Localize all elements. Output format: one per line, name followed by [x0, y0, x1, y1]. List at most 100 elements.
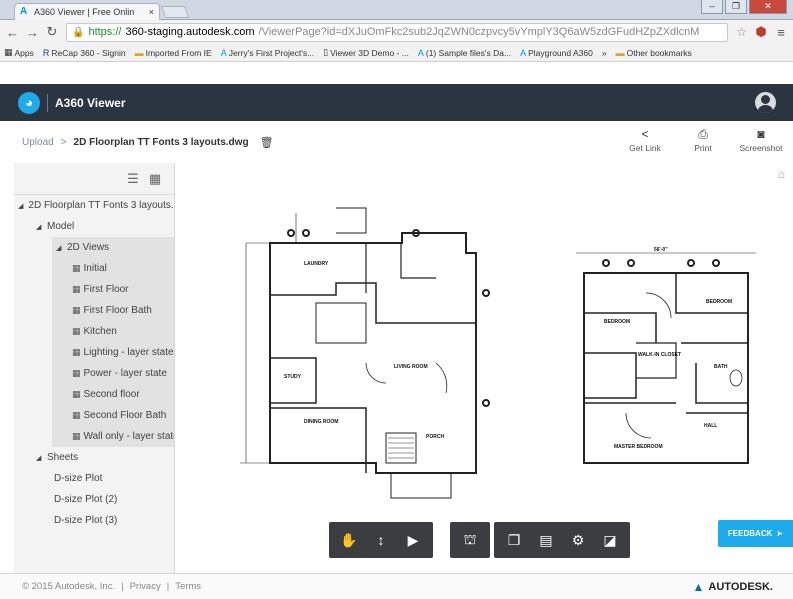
- terms-link[interactable]: Terms: [175, 581, 201, 592]
- breadcrumb-upload[interactable]: Upload: [22, 137, 54, 148]
- breadcrumb-separator: >: [60, 136, 67, 148]
- tree-2d-views[interactable]: ◢ 2D Views: [52, 237, 174, 258]
- camera-tool-button[interactable]: ▶: [397, 525, 429, 555]
- screenshot-label: Screenshot: [739, 143, 783, 153]
- light-fixture: [627, 259, 635, 267]
- bookmark-item[interactable]: ▯ Viewer 3D Demo - ...: [323, 47, 409, 58]
- forward-arrow-icon[interactable]: →: [26, 25, 39, 40]
- view-label: Second Floor Bath: [83, 410, 167, 421]
- bookmark-item[interactable]: ▦ Apps: [4, 47, 34, 58]
- master-walls: [584, 402, 748, 414]
- tree-view-item[interactable]: ▦ First Floor Bath: [52, 300, 174, 321]
- bookmark-item[interactable]: ▬ Imported From IE: [135, 48, 212, 58]
- bookmark-item[interactable]: ▬ Other bookmarks: [616, 48, 692, 58]
- bookmark-item[interactable]: R ReCap 360 - Signin: [43, 48, 126, 58]
- recap-icon: R: [42, 47, 50, 58]
- bookmark-label: Playground A360: [528, 47, 593, 58]
- zoom-tool-button[interactable]: ↕: [365, 525, 397, 555]
- get-link-label: Get Link: [629, 143, 661, 153]
- tree-model[interactable]: ◢ Model: [14, 216, 174, 237]
- settings-button[interactable]: ⚙: [562, 525, 594, 555]
- layers-icon: ❐: [507, 531, 521, 548]
- bookmark-star-icon[interactable]: ☆: [736, 25, 747, 39]
- url-host: 360-staging.autodesk.com: [125, 26, 255, 38]
- room-label: WALK-IN CLOSET: [638, 352, 681, 358]
- list-view-icon[interactable]: ☰: [126, 171, 140, 186]
- address-bar-row: ← → ↻ 🔒 https://360-staging.autodesk.com…: [0, 20, 793, 44]
- tab-close-icon[interactable]: ×: [149, 7, 154, 17]
- reload-icon[interactable]: ↻: [46, 24, 58, 40]
- browser-tab[interactable]: A A360 Viewer | Free Onlin ×: [14, 3, 160, 20]
- bookmark-item[interactable]: A Playground A360: [520, 48, 593, 58]
- tree-root[interactable]: ◢ 2D Floorplan TT Fonts 3 layouts.dwg: [14, 195, 174, 216]
- tab-title: A360 Viewer | Free Onlin: [34, 7, 135, 17]
- model-tree: ◢ 2D Floorplan TT Fonts 3 layouts.dwg ◢ …: [14, 195, 174, 531]
- properties-button[interactable]: ▤: [530, 525, 562, 555]
- model-structure-button[interactable]: ⛫: [454, 525, 486, 555]
- privacy-link[interactable]: Privacy: [130, 581, 161, 592]
- folder-icon: ▬: [134, 47, 144, 58]
- expand-arrow-icon[interactable]: ◢: [36, 454, 42, 462]
- interior-walls: [270, 282, 476, 324]
- screenshot-button[interactable]: ◙ Screenshot: [739, 128, 783, 153]
- share-icon: <: [641, 127, 649, 141]
- bookmark-item[interactable]: A (1) Sample files's Da...: [418, 48, 511, 58]
- tree-view-item[interactable]: ▦ Kitchen: [52, 321, 174, 342]
- tree-view-item[interactable]: ▦ Power - layer state: [52, 363, 174, 384]
- tree-view-item[interactable]: ▦ Initial: [52, 258, 174, 279]
- first-floor-outline: [269, 232, 477, 474]
- layers-button[interactable]: ❐: [498, 525, 530, 555]
- extension-icon[interactable]: ⬢: [755, 24, 767, 40]
- bathtub: [729, 369, 743, 387]
- view-label: Power - layer state: [83, 368, 167, 379]
- tree-view-item[interactable]: ▦ Wall only - layer state: [52, 426, 174, 447]
- a360-logo-icon[interactable]: ◕: [18, 91, 40, 114]
- bookmark-label: ReCap 360 - Signin: [51, 47, 126, 58]
- view-icon: ▦: [72, 389, 81, 399]
- tree-view-item[interactable]: ▦ Second Floor Bath: [52, 405, 174, 426]
- tree-sheets[interactable]: ◢ Sheets: [14, 447, 174, 468]
- fullscreen-button[interactable]: ◪: [594, 525, 626, 555]
- expand-arrow-icon[interactable]: ◢: [18, 202, 23, 210]
- app-title: A360 Viewer: [55, 95, 126, 110]
- back-arrow-icon[interactable]: ←: [6, 25, 19, 40]
- pan-tool-button[interactable]: ✋: [333, 525, 365, 555]
- close-window-button[interactable]: ✕: [749, 0, 787, 14]
- feedback-button[interactable]: FEEDBACK ➤: [718, 520, 793, 547]
- tree-view-item[interactable]: ▦ Lighting - layer state: [52, 342, 174, 363]
- user-avatar[interactable]: [755, 92, 776, 113]
- expand-arrow-icon[interactable]: ◢: [36, 223, 42, 231]
- grid-view-icon[interactable]: ▦: [148, 171, 162, 186]
- zoom-icon: ↕: [377, 532, 385, 548]
- copyright-text: © 2015 Autodesk, Inc.: [22, 581, 116, 592]
- tree-model-label: Model: [47, 221, 75, 232]
- autodesk-icon: A: [220, 47, 227, 58]
- menu-icon[interactable]: ≡: [775, 25, 787, 40]
- stair-treads: [388, 437, 414, 459]
- autodesk-icon: A: [520, 47, 527, 58]
- settings-tools: ❐ ▤ ⚙ ◪: [494, 522, 630, 558]
- bookmark-item[interactable]: A Jerry's First Project's...: [221, 48, 314, 58]
- tree-view-item[interactable]: ▦ Second floor: [52, 384, 174, 405]
- view-label: First Floor Bath: [83, 305, 152, 316]
- trash-icon[interactable]: 🗑: [260, 136, 274, 149]
- get-link-button[interactable]: < Get Link: [625, 128, 665, 153]
- drawing-viewer[interactable]: ⌂ LAUNDRY STUDY DINING ROOM LIVING ROOM …: [176, 163, 793, 573]
- url-input[interactable]: 🔒 https://360-staging.autodesk.com/Viewe…: [66, 22, 729, 42]
- tree-view-item[interactable]: ▦ First Floor: [52, 279, 174, 300]
- tree-sheet-item[interactable]: D-size Plot: [14, 468, 174, 489]
- print-button[interactable]: ⎙ Print: [683, 128, 723, 153]
- view-label: Wall only - layer state: [83, 431, 174, 442]
- tree-sheet-item[interactable]: D-size Plot (3): [14, 510, 174, 531]
- bookmarks-overflow-icon[interactable]: »: [602, 48, 607, 58]
- minimize-button[interactable]: ‒: [701, 0, 723, 14]
- new-tab-button[interactable]: [160, 6, 190, 18]
- view-icon: ▦: [72, 347, 81, 357]
- tree-sheet-item[interactable]: D-size Plot (2): [14, 489, 174, 510]
- bookmarks-bar: ▦ Apps R ReCap 360 - Signin ▬ Imported From…: [0, 44, 793, 62]
- tree-root-label: 2D Floorplan TT Fonts 3 layouts.dwg: [28, 200, 174, 211]
- bookmark-label: Imported From IE: [145, 47, 212, 58]
- gear-icon: ⚙: [571, 531, 585, 548]
- maximize-button[interactable]: ❐: [725, 0, 747, 14]
- expand-arrow-icon[interactable]: ◢: [56, 244, 62, 252]
